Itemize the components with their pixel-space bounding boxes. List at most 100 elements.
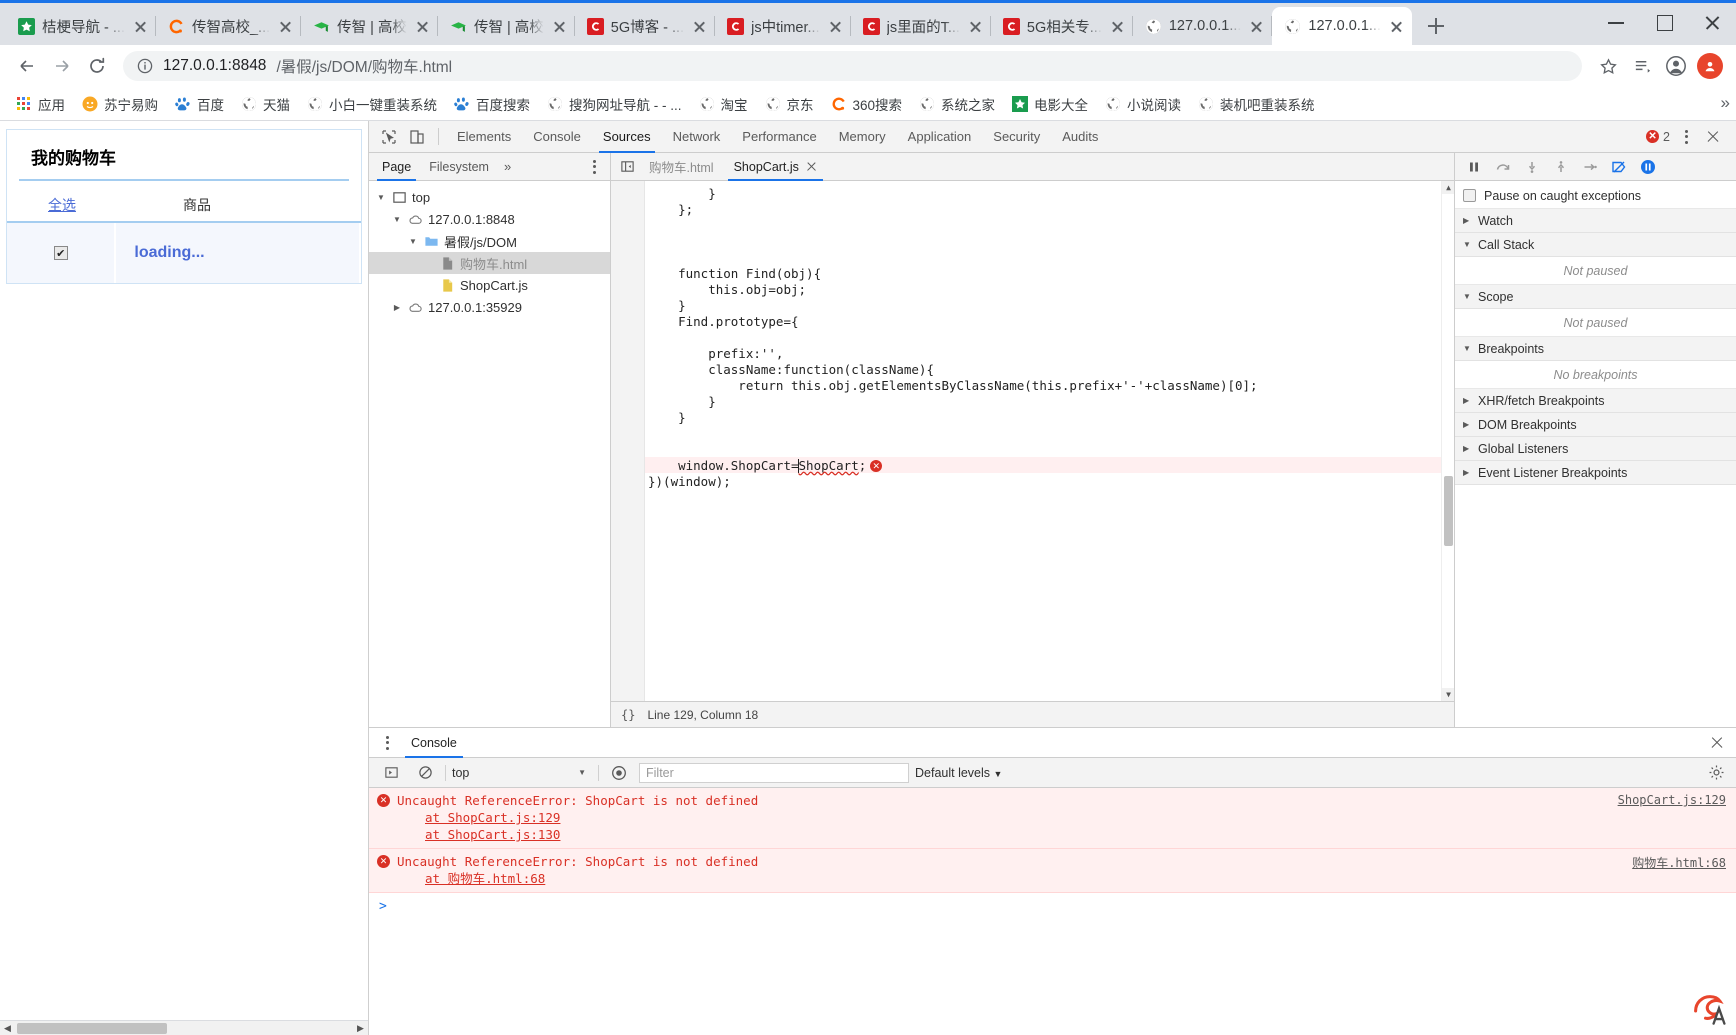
chevron-down-icon[interactable]: ▼ <box>391 215 403 224</box>
pause-on-exceptions-icon[interactable] <box>1635 155 1661 179</box>
browser-tab[interactable]: 传智 | 高校 <box>438 7 575 45</box>
nav-tab-filesystem[interactable]: Filesystem <box>420 153 498 181</box>
tab-performance[interactable]: Performance <box>731 121 827 153</box>
close-icon[interactable] <box>691 18 708 35</box>
section-dom-breakpoints[interactable]: ▶ DOM Breakpoints <box>1455 413 1736 437</box>
scroll-up-arrow[interactable]: ▲ <box>1442 181 1454 194</box>
tree-node-origin-2[interactable]: ▶ 127.0.0.1:35929 <box>369 296 610 318</box>
device-toolbar-icon[interactable] <box>403 124 431 150</box>
close-icon[interactable] <box>1704 730 1730 756</box>
scroll-right-arrow[interactable]: ▶ <box>353 1023 368 1034</box>
tree-node-origin[interactable]: ▼ 127.0.0.1:8848 <box>369 208 610 230</box>
section-watch[interactable]: ▶ Watch <box>1455 209 1736 233</box>
browser-tab-active[interactable]: 127.0.0.1... <box>1272 7 1412 45</box>
bookmark-item[interactable]: 百度搜索 <box>447 91 537 117</box>
inspect-cursor-icon[interactable] <box>375 124 403 150</box>
editor-tab-html[interactable]: 购物车.html <box>639 153 724 181</box>
bookmark-item[interactable]: 苏宁易购 <box>75 91 165 117</box>
tab-sources[interactable]: Sources <box>592 121 662 153</box>
live-expression-icon[interactable] <box>605 760 633 786</box>
tab-network[interactable]: Network <box>662 121 732 153</box>
show-navigator-icon[interactable] <box>615 155 639 179</box>
editor-tab-js[interactable]: ShopCart.js <box>724 153 827 181</box>
bookmark-item[interactable]: 淘宝 <box>692 91 755 117</box>
section-scope[interactable]: ▼ Scope <box>1455 285 1736 309</box>
code-view[interactable]: 112 } 113 }; 114 115 116 117 function Fi… <box>611 181 1454 701</box>
console-levels-dropdown[interactable]: Default levels ▼ <box>915 766 1002 780</box>
tab-console[interactable]: Console <box>522 121 592 153</box>
console-filter-input[interactable]: Filter <box>639 762 909 783</box>
step-into-icon[interactable] <box>1519 155 1545 179</box>
section-global-listeners[interactable]: ▶ Global Listeners <box>1455 437 1736 461</box>
address-bar[interactable]: 127.0.0.1:8848/暑假/js/DOM/购物车.html <box>123 51 1582 81</box>
minimize-button[interactable] <box>1592 0 1640 45</box>
window-close-button[interactable] <box>1688 0 1736 45</box>
close-icon[interactable] <box>1248 18 1265 35</box>
new-tab-button[interactable] <box>1419 9 1453 43</box>
close-icon[interactable] <box>414 18 431 35</box>
tree-node-file-html[interactable]: 购物车.html <box>369 252 610 274</box>
account-icon[interactable] <box>1660 50 1692 82</box>
section-xhr-breakpoints[interactable]: ▶ XHR/fetch Breakpoints <box>1455 389 1736 413</box>
extension-icon[interactable] <box>1694 50 1726 82</box>
browser-tab[interactable]: 传智 | 高校 <box>301 7 438 45</box>
code-content[interactable]: 112 } 113 }; 114 115 116 117 function Fi… <box>645 181 1454 701</box>
bookmark-item[interactable]: 小白一键重装系统 <box>300 91 444 117</box>
tree-node-file-js[interactable]: ShopCart.js <box>369 274 610 296</box>
bookmark-item[interactable]: 搜狗网址导航 - - ... <box>540 91 689 117</box>
tab-audits[interactable]: Audits <box>1051 121 1109 153</box>
forward-arrow-icon[interactable] <box>45 50 78 83</box>
browser-tab[interactable]: 127.0.0.1... <box>1133 7 1273 45</box>
row-checkbox[interactable]: ✔ <box>53 246 68 260</box>
scroll-down-arrow[interactable]: ▼ <box>1442 688 1454 701</box>
bookmarks-overflow-button[interactable]: » <box>1721 93 1730 113</box>
pretty-print-button[interactable]: {} <box>621 708 635 722</box>
scroll-thumb[interactable] <box>17 1022 167 1034</box>
browser-tab[interactable]: 传智高校_... <box>156 7 302 45</box>
section-breakpoints[interactable]: ▼ Breakpoints <box>1455 337 1736 361</box>
bookmark-item[interactable]: 应用 <box>9 91 72 117</box>
bookmark-item[interactable]: 电影大全 <box>1005 91 1095 117</box>
browser-tab[interactable]: js中timer... <box>715 7 851 45</box>
nav-tab-page[interactable]: Page <box>373 153 420 181</box>
tree-node-top[interactable]: ▼ top <box>369 186 610 208</box>
chevron-down-icon[interactable]: ▼ <box>407 237 419 246</box>
bookmark-item[interactable]: 京东 <box>758 91 821 117</box>
step-out-icon[interactable] <box>1548 155 1574 179</box>
close-icon[interactable] <box>132 18 149 35</box>
clear-console-icon[interactable] <box>411 760 439 786</box>
tab-elements[interactable]: Elements <box>446 121 522 153</box>
star-icon[interactable] <box>1592 50 1624 82</box>
close-icon[interactable] <box>1702 126 1724 148</box>
stack-frame[interactable]: at 购物车.html:68 <box>377 870 1728 887</box>
reload-icon[interactable] <box>80 50 113 83</box>
pause-on-caught-exceptions-row[interactable]: Pause on caught exceptions <box>1455 183 1736 209</box>
bookmark-item[interactable]: 百度 <box>168 91 231 117</box>
select-all-link[interactable]: 全选 <box>7 195 117 215</box>
close-icon[interactable] <box>967 18 984 35</box>
drawer-tab-console[interactable]: Console <box>401 728 467 758</box>
close-icon[interactable] <box>1388 18 1405 35</box>
error-count-badge[interactable]: ✕ 2 <box>1646 130 1670 144</box>
execution-context-icon[interactable] <box>377 760 405 786</box>
chevron-right-icon[interactable]: ▶ <box>391 303 403 312</box>
scroll-thumb[interactable] <box>1444 476 1453 546</box>
browser-tab[interactable]: js里面的T... <box>851 7 991 45</box>
bookmark-item[interactable]: 天猫 <box>234 91 297 117</box>
bookmark-item[interactable]: 360搜索 <box>824 91 910 117</box>
console-error-message[interactable]: ✕ Uncaught ReferenceError: ShopCart is n… <box>369 788 1736 849</box>
bookmark-item[interactable]: 系统之家 <box>912 91 1002 117</box>
section-event-listener-breakpoints[interactable]: ▶ Event Listener Breakpoints <box>1455 461 1736 485</box>
page-horizontal-scrollbar[interactable]: ◀ ▶ <box>0 1020 368 1035</box>
bookmark-item[interactable]: 装机吧重装系统 <box>1191 91 1322 117</box>
pause-icon[interactable] <box>1461 155 1487 179</box>
browser-tab[interactable]: 桔梗导航 - ... <box>6 7 156 45</box>
tab-application[interactable]: Application <box>897 121 983 153</box>
close-icon[interactable] <box>827 18 844 35</box>
section-call-stack[interactable]: ▼ Call Stack <box>1455 233 1736 257</box>
editor-vertical-scrollbar[interactable]: ▲ ▼ <box>1441 181 1454 701</box>
maximize-button[interactable] <box>1640 0 1688 45</box>
close-icon[interactable] <box>551 18 568 35</box>
close-icon[interactable] <box>1109 18 1126 35</box>
stack-frame[interactable]: at ShopCart.js:129 <box>377 809 1728 826</box>
